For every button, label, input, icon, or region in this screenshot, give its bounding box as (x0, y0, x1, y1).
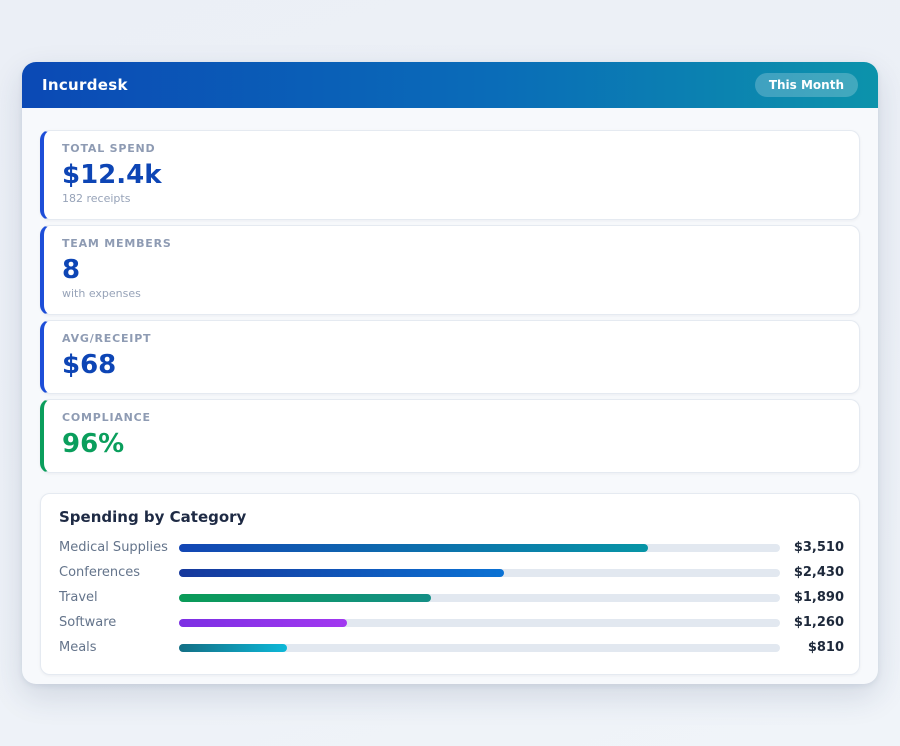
category-label: Travel (59, 590, 179, 605)
stat-label: COMPLIANCE (62, 411, 841, 425)
category-label: Software (59, 615, 179, 630)
stat-label: TOTAL SPEND (62, 142, 841, 156)
period-badge-button[interactable]: This Month (755, 73, 858, 97)
dashboard-content: TOTAL SPEND $12.4k 182 receipts TEAM MEMBER… (22, 108, 878, 684)
category-value: $1,890 (780, 590, 844, 605)
stat-subtext: with expenses (62, 287, 841, 301)
stats-list: TOTAL SPEND $12.4k 182 receipts TEAM MEMBER… (40, 130, 860, 473)
category-row-software: Software $1,260 (59, 610, 844, 635)
category-bar-fill (179, 569, 504, 577)
category-row-medical-supplies: Medical Supplies $3,510 (59, 535, 844, 560)
category-rows: Medical Supplies $3,510 Conferences $2,430 T… (59, 535, 844, 660)
category-bar-track (179, 619, 780, 627)
dashboard-container: Incurdesk This Month TOTAL SPEND $12.4k 18… (22, 62, 878, 684)
stat-card-team-members: TEAM MEMBERS 8 with expenses (40, 225, 860, 315)
category-row-meals: Meals $810 (59, 635, 844, 660)
category-bar-fill (179, 594, 431, 602)
category-bar-track (179, 544, 780, 552)
category-row-conferences: Conferences $2,430 (59, 560, 844, 585)
panel-title: Spending by Category (59, 507, 844, 527)
stat-subtext: 182 receipts (62, 192, 841, 206)
category-bar-fill (179, 544, 648, 552)
category-label: Meals (59, 640, 179, 655)
category-bar-track (179, 569, 780, 577)
stat-label: TEAM MEMBERS (62, 237, 841, 251)
category-bar-fill (179, 644, 287, 652)
category-value: $1,260 (780, 615, 844, 630)
spending-by-category-panel: Spending by Category Medical Supplies $3,… (40, 493, 860, 675)
category-value: $810 (780, 640, 844, 655)
stat-value: 96% (62, 429, 841, 459)
stat-value: 8 (62, 255, 841, 285)
stat-value: $68 (62, 350, 841, 380)
category-value: $3,510 (780, 540, 844, 555)
category-label: Conferences (59, 565, 179, 580)
app-title: Incurdesk (42, 76, 128, 94)
app-header: Incurdesk This Month (22, 62, 878, 108)
stat-value: $12.4k (62, 160, 841, 190)
stat-card-total-spend: TOTAL SPEND $12.4k 182 receipts (40, 130, 860, 220)
category-label: Medical Supplies (59, 540, 179, 555)
stat-card-compliance: COMPLIANCE 96% (40, 399, 860, 473)
category-bar-fill (179, 619, 347, 627)
category-bar-track (179, 644, 780, 652)
stat-label: AVG/RECEIPT (62, 332, 841, 346)
category-row-travel: Travel $1,890 (59, 585, 844, 610)
stat-card-avg-receipt: AVG/RECEIPT $68 (40, 320, 860, 394)
category-value: $2,430 (780, 565, 844, 580)
category-bar-track (179, 594, 780, 602)
